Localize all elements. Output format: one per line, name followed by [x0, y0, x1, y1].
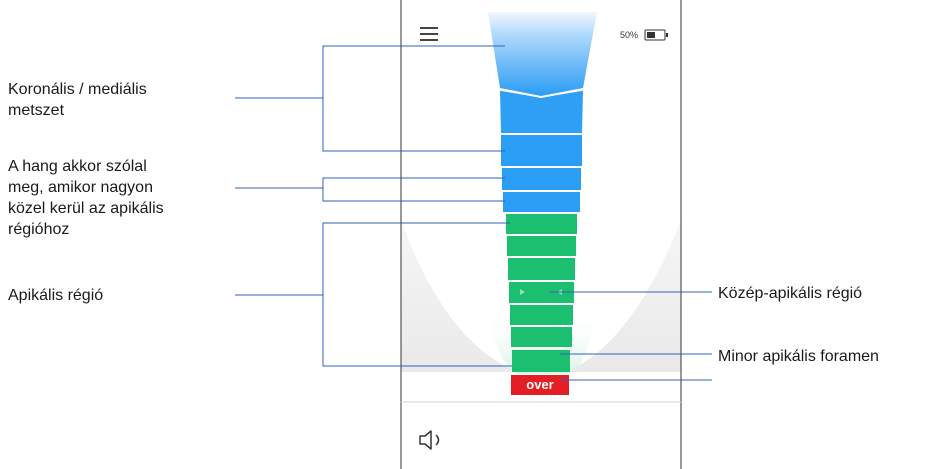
- over-label: over: [526, 377, 553, 392]
- gauge-green-segment-2: [507, 236, 576, 256]
- gauge-green-segment-3: [508, 258, 575, 280]
- diagram-canvas: 50% over: [235, 0, 712, 469]
- gauge-blue-segment-1: [501, 135, 582, 166]
- gauge-green-segment-5: [510, 305, 573, 325]
- gauge-green-segment-6: [511, 327, 572, 347]
- battery-text: 50%: [620, 30, 638, 40]
- battery-fill: [647, 32, 655, 38]
- gauge-blue-segment-3: [503, 192, 580, 212]
- gauge-green-segment-apex: [512, 350, 570, 372]
- gauge-coronal-top: [488, 12, 597, 96]
- gauge-green-segment-1: [506, 214, 577, 234]
- over-badge: over: [511, 375, 569, 395]
- gauge-blue-segment-2: [502, 168, 581, 190]
